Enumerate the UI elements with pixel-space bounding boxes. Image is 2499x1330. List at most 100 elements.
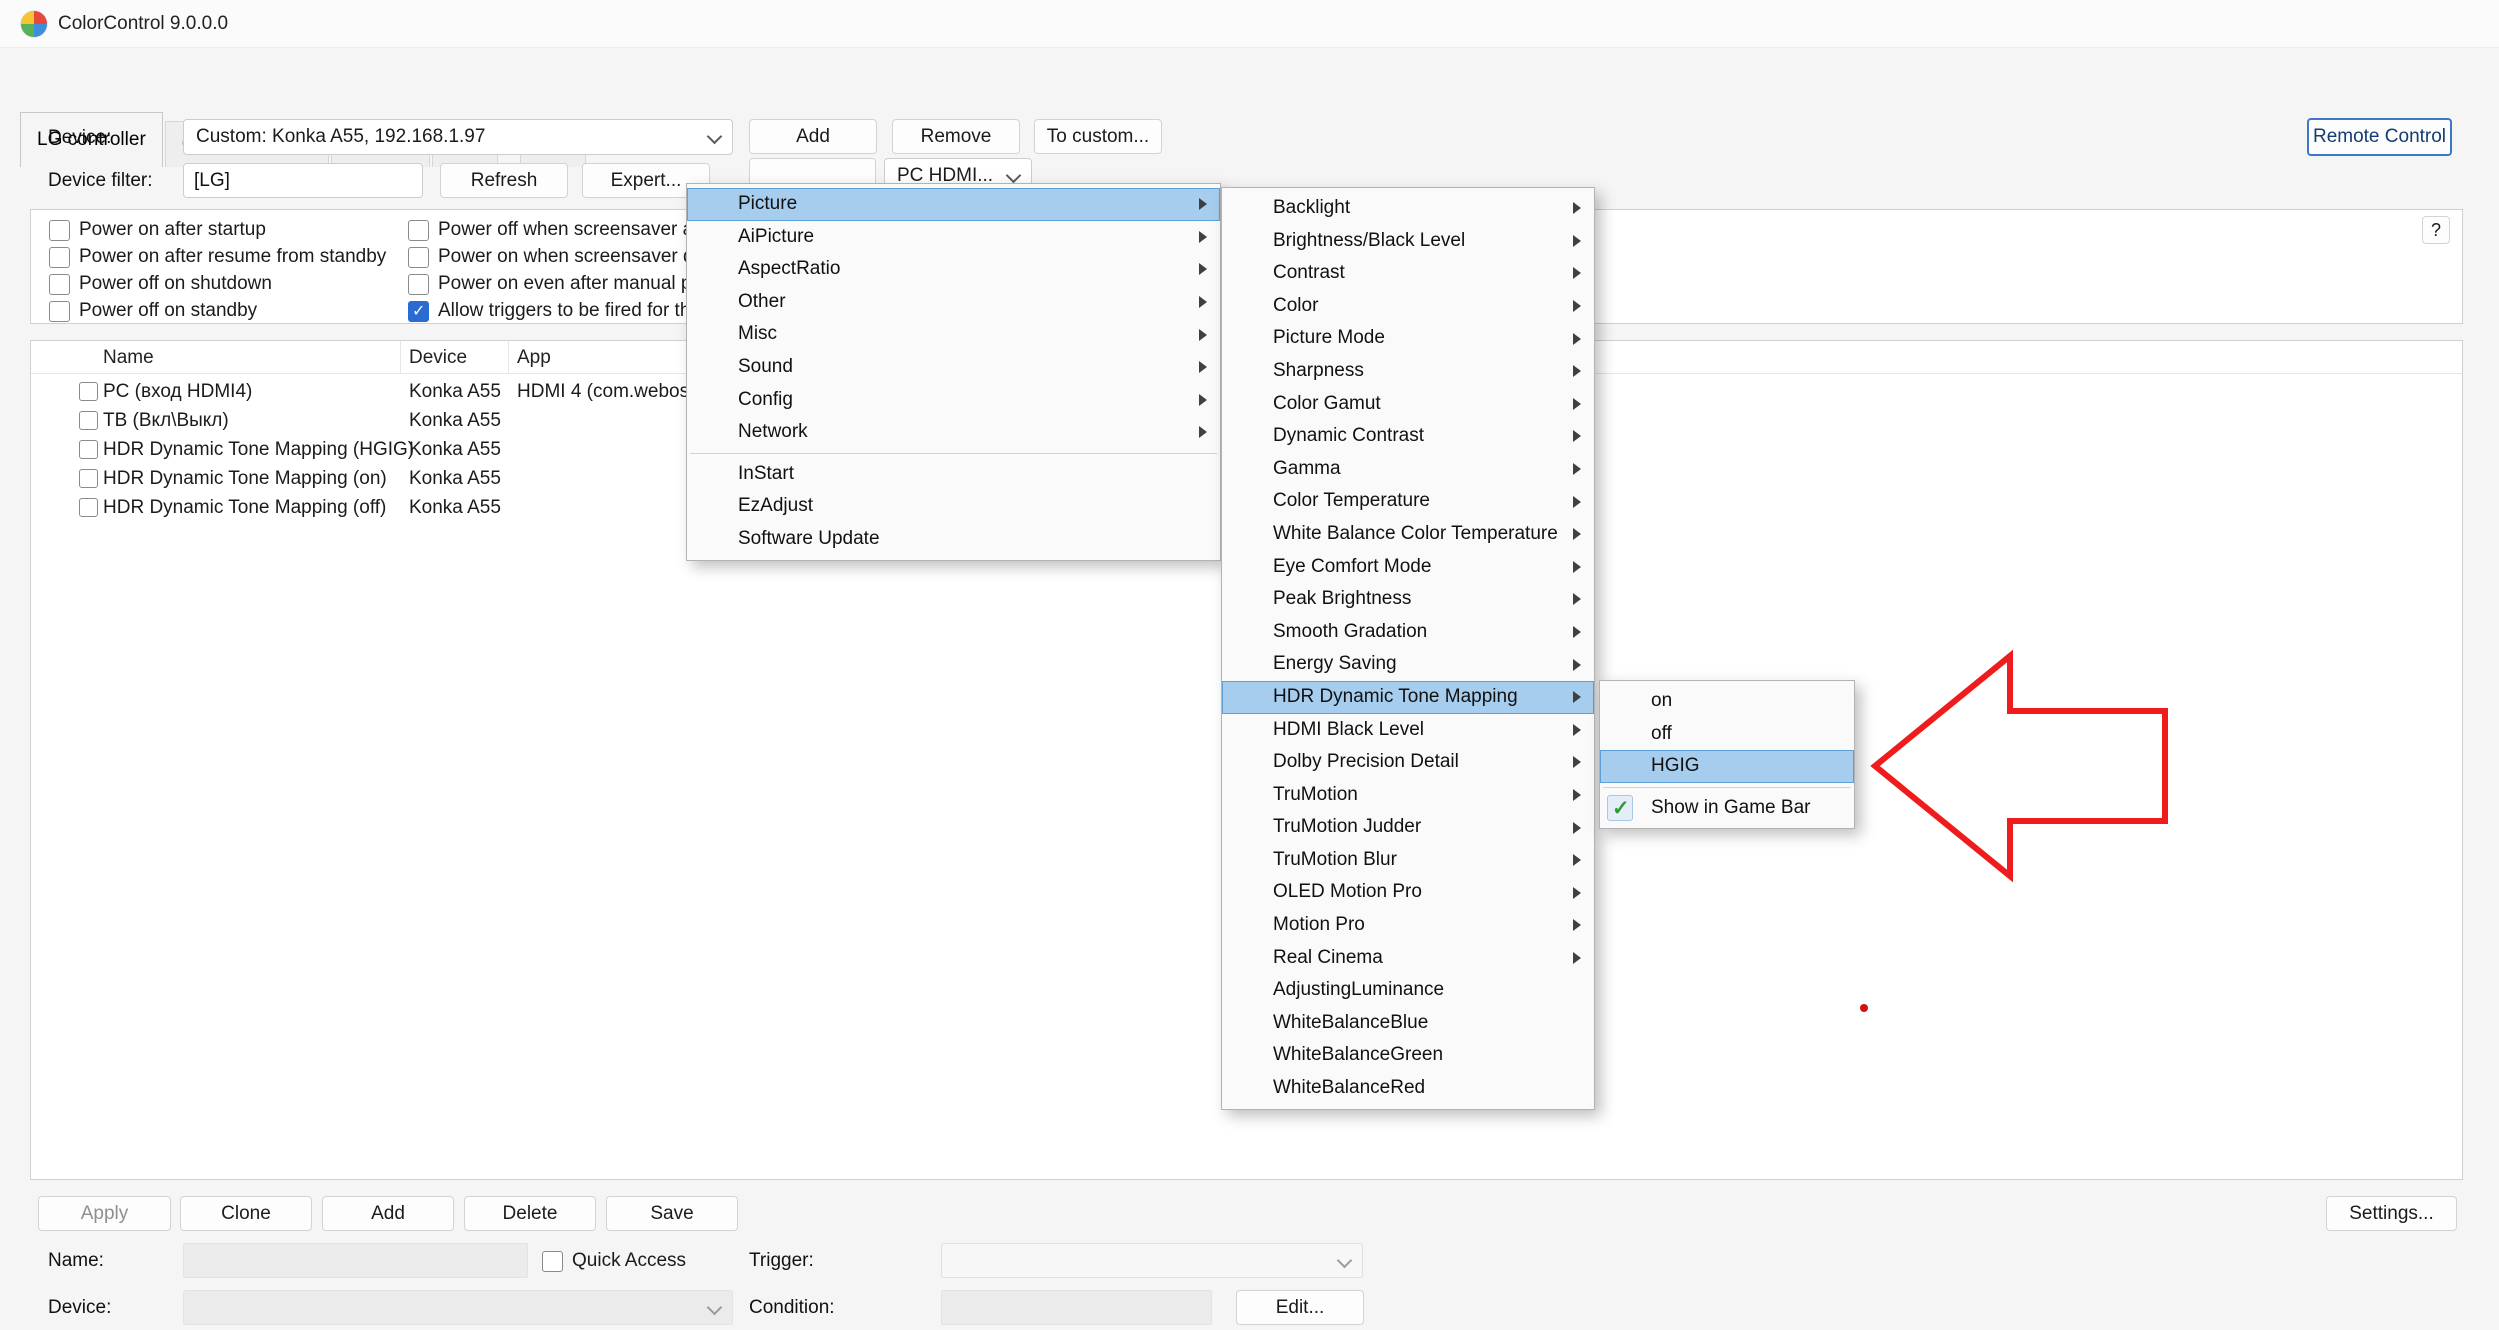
menu-item[interactable]: Sound <box>687 351 1220 384</box>
menu-item[interactable]: Brightness/Black Level <box>1222 225 1594 258</box>
submenu-arrow-icon <box>1199 198 1207 210</box>
menu-item[interactable]: Misc <box>687 318 1220 351</box>
column-header-name[interactable]: Name <box>31 341 401 373</box>
menu-item[interactable]: WhiteBalanceGreen <box>1222 1039 1594 1072</box>
menu-item[interactable]: EzAdjust <box>687 490 1220 523</box>
menu-item[interactable]: Picture Mode <box>1222 322 1594 355</box>
menu-item[interactable]: HGIG <box>1600 750 1854 783</box>
submenu-arrow-icon <box>1573 659 1581 671</box>
menu-item[interactable]: Config <box>687 384 1220 417</box>
menu-item[interactable]: InStart <box>687 458 1220 491</box>
row-checkbox[interactable] <box>79 382 98 401</box>
device-select[interactable]: Custom: Konka A55, 192.168.1.97 <box>183 119 733 155</box>
submenu-arrow-icon <box>1573 789 1581 801</box>
row-checkbox[interactable] <box>79 498 98 517</box>
menu-item[interactable]: Real Cinema <box>1222 942 1594 975</box>
menu-item[interactable]: TruMotion Judder <box>1222 811 1594 844</box>
menu-item[interactable]: Gamma <box>1222 453 1594 486</box>
red-arrow-annotation <box>1865 645 2175 885</box>
save-button[interactable]: Save <box>606 1196 738 1231</box>
menu-item[interactable]: Show in Game Bar <box>1600 792 1854 825</box>
add-device-button[interactable]: Add <box>749 119 877 154</box>
submenu-arrow-icon <box>1573 756 1581 768</box>
menu-item[interactable]: OLED Motion Pro <box>1222 876 1594 909</box>
to-custom-button[interactable]: To custom... <box>1034 119 1162 154</box>
refresh-button[interactable]: Refresh <box>440 163 568 198</box>
menu-item[interactable]: Sharpness <box>1222 355 1594 388</box>
device-filter-input[interactable] <box>183 163 423 198</box>
menu-item[interactable]: HDMI Black Level <box>1222 714 1594 747</box>
edit-condition-button[interactable]: Edit... <box>1236 1290 1364 1325</box>
power-option[interactable]: Power off on standby <box>49 299 386 323</box>
condition-input[interactable] <box>941 1290 1212 1325</box>
menu-item[interactable]: Motion Pro <box>1222 909 1594 942</box>
menu-item[interactable]: AdjustingLuminance <box>1222 974 1594 1007</box>
row-checkbox[interactable] <box>79 469 98 488</box>
menu-item[interactable]: off <box>1600 718 1854 751</box>
power-option[interactable]: Power on after startup <box>49 218 386 242</box>
menu-item[interactable]: Contrast <box>1222 257 1594 290</box>
submenu-arrow-icon <box>1573 398 1581 410</box>
submenu-arrow-icon <box>1199 296 1207 308</box>
submenu-arrow-icon <box>1573 333 1581 345</box>
power-options-column-1: Power on after startup Power on after re… <box>49 218 386 323</box>
menu-item[interactable]: TruMotion <box>1222 779 1594 812</box>
row-checkbox[interactable] <box>79 411 98 430</box>
checkbox <box>49 220 70 241</box>
remote-control-button[interactable]: Remote Control <box>2307 118 2452 156</box>
menu-item[interactable]: Energy Saving <box>1222 648 1594 681</box>
title-bar: ColorControl 9.0.0.0 <box>0 0 2499 48</box>
checkbox <box>408 220 429 241</box>
trigger-select[interactable] <box>941 1243 1363 1278</box>
submenu-arrow-icon <box>1573 496 1581 508</box>
remove-device-button[interactable]: Remove <box>892 119 1020 154</box>
menu-item[interactable]: AspectRatio <box>687 253 1220 286</box>
settings-button[interactable]: Settings... <box>2326 1196 2457 1231</box>
menu-item[interactable]: Color Temperature <box>1222 485 1594 518</box>
menu-item[interactable]: Software Update <box>687 523 1220 556</box>
menu-item[interactable]: on <box>1600 685 1854 718</box>
hdr-tone-mapping-submenu: on off HGIG Show in Game Bar <box>1599 680 1855 829</box>
menu-item[interactable]: Color <box>1222 290 1594 323</box>
menu-item[interactable]: Dynamic Contrast <box>1222 420 1594 453</box>
menu-item[interactable]: Peak Brightness <box>1222 583 1594 616</box>
submenu-arrow-icon <box>1199 426 1207 438</box>
submenu-arrow-icon <box>1199 394 1207 406</box>
menu-item[interactable]: Picture <box>687 188 1220 221</box>
menu-item[interactable]: TruMotion Blur <box>1222 844 1594 877</box>
chevron-down-icon <box>707 129 723 145</box>
menu-item[interactable]: Dolby Precision Detail <box>1222 746 1594 779</box>
menu-item[interactable]: Color Gamut <box>1222 388 1594 421</box>
delete-button[interactable]: Delete <box>464 1196 596 1231</box>
power-option[interactable]: Power off on shutdown <box>49 272 386 296</box>
quick-access-option[interactable]: Quick Access <box>542 1249 686 1273</box>
submenu-arrow-icon <box>1573 202 1581 214</box>
menu-item[interactable]: Backlight <box>1222 192 1594 225</box>
menu-item[interactable]: HDR Dynamic Tone Mapping <box>1222 681 1594 714</box>
add-button[interactable]: Add <box>322 1196 454 1231</box>
row-checkbox[interactable] <box>79 440 98 459</box>
chevron-down-icon <box>1337 1253 1353 1269</box>
help-button[interactable]: ? <box>2422 216 2450 244</box>
window-title: ColorControl 9.0.0.0 <box>58 0 228 48</box>
form-device-select[interactable] <box>183 1290 733 1325</box>
menu-item[interactable]: AiPicture <box>687 221 1220 254</box>
menu-item[interactable]: Smooth Gradation <box>1222 616 1594 649</box>
trigger-label: Trigger: <box>749 1243 814 1278</box>
menu-item[interactable]: Other <box>687 286 1220 319</box>
clone-button[interactable]: Clone <box>180 1196 312 1231</box>
app-logo-icon <box>20 10 48 38</box>
menu-item[interactable]: WhiteBalanceBlue <box>1222 1007 1594 1040</box>
menu-item[interactable]: WhiteBalanceRed <box>1222 1072 1594 1105</box>
column-header-device[interactable]: Device <box>401 341 509 373</box>
menu-item[interactable]: White Balance Color Temperature <box>1222 518 1594 551</box>
menu-separator <box>1600 783 1854 792</box>
checkbox <box>49 247 70 268</box>
menu-item[interactable]: Network <box>687 416 1220 449</box>
name-input[interactable] <box>183 1243 528 1278</box>
menu-item[interactable]: Eye Comfort Mode <box>1222 551 1594 584</box>
submenu-arrow-icon <box>1573 235 1581 247</box>
power-option[interactable]: Power on after resume from standby <box>49 245 386 269</box>
submenu-arrow-icon <box>1573 300 1581 312</box>
apply-button[interactable]: Apply <box>38 1196 171 1231</box>
